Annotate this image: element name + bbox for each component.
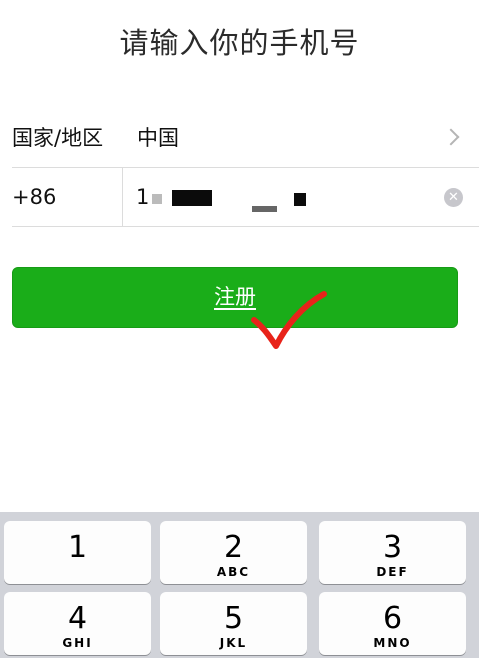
page-title: 请输入你的手机号 [119,26,360,60]
key-6[interactable]: 6 MNO [319,592,466,655]
key-1[interactable]: 1 [4,521,151,584]
region-value: 中国 [137,126,179,150]
redaction-mark [294,193,306,206]
region-row[interactable]: 国家/地区 中国 [12,109,479,168]
key-letters: ABC [216,565,251,579]
phone-row: +86 ✕ [12,168,479,227]
key-digit: 5 [223,601,244,636]
red-checkmark-annotation [251,291,327,349]
redaction-mark [152,194,162,204]
redaction-mark [172,190,212,206]
redaction-mark [252,206,277,212]
key-3[interactable]: 3 DEF [319,521,466,584]
key-2[interactable]: 2 ABC [160,521,307,584]
key-letters: GHI [62,636,93,650]
key-digit: 1 [67,530,88,565]
key-digit: 3 [382,530,403,565]
numeric-keyboard: 1 2 ABC 3 DEF 4 GHI 5 JKL 6 MNO [0,512,479,658]
country-code[interactable]: +86 [12,168,56,227]
divider [122,168,123,227]
key-4[interactable]: 4 GHI [4,592,151,655]
key-letters: JKL [219,636,248,650]
key-digit: 6 [382,601,403,636]
key-5[interactable]: 5 JKL [160,592,307,655]
region-label: 国家/地区 [12,126,104,150]
key-letters: DEF [376,565,409,579]
key-digit: 4 [67,601,88,636]
key-letters: MNO [373,636,412,650]
key-digit: 2 [223,530,244,565]
chevron-right-icon [442,128,460,146]
register-button[interactable]: 注册 [12,267,458,328]
clear-icon[interactable]: ✕ [444,188,463,207]
